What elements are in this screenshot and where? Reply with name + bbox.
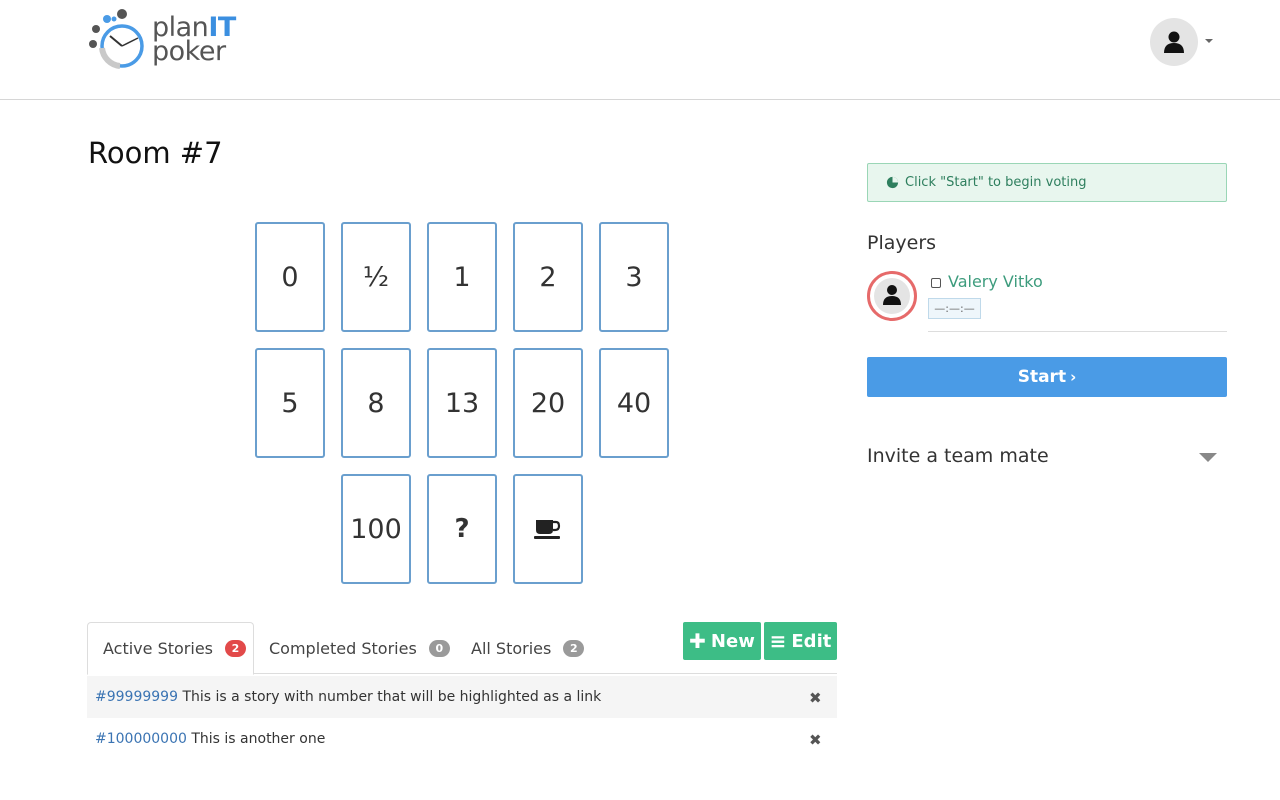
delete-story-icon[interactable]: ✖ — [809, 689, 822, 707]
player-checkbox[interactable] — [931, 278, 941, 288]
player-vote-value: —:—:— — [928, 298, 981, 319]
avatar[interactable] — [1150, 18, 1198, 66]
tab-active-stories[interactable]: Active Stories 2 — [87, 622, 254, 675]
tab-completed-stories[interactable]: Completed Stories 0 — [269, 622, 450, 674]
top-header: planIT poker — [0, 0, 1280, 100]
start-label: Start — [1017, 367, 1067, 387]
start-button[interactable]: Start › — [867, 357, 1227, 397]
vote-card[interactable]: 0 — [255, 222, 325, 332]
story-number-link[interactable]: #99999999 — [95, 689, 178, 705]
vote-card[interactable]: 20 — [513, 348, 583, 458]
user-menu[interactable] — [1150, 18, 1216, 66]
chevron-right-icon: › — [1070, 368, 1077, 386]
vote-card-coffee[interactable] — [513, 474, 583, 584]
coffee-icon — [534, 520, 561, 539]
planit-poker-logo[interactable]: planIT poker — [86, 8, 246, 74]
list-icon: ≡ — [769, 629, 787, 653]
plus-icon: ✚ — [689, 629, 706, 653]
story-row[interactable]: #100000000 This is another one ✖ — [87, 718, 837, 760]
tab-label: Completed Stories — [269, 638, 417, 658]
new-story-button[interactable]: ✚ New — [683, 622, 761, 660]
player-name[interactable]: Valery Vitko — [948, 272, 1043, 291]
vote-card[interactable]: 5 — [255, 348, 325, 458]
edit-stories-button[interactable]: ≡ Edit — [764, 622, 837, 660]
new-label: New — [710, 630, 755, 652]
stopwatch-logo-icon — [89, 9, 144, 69]
vote-card[interactable]: ½ — [341, 222, 411, 332]
tab-all-stories[interactable]: All Stories 2 — [471, 622, 585, 674]
vote-card[interactable]: 3 — [599, 222, 669, 332]
pie-chart-icon — [886, 176, 899, 189]
user-icon — [1164, 31, 1184, 53]
vote-card[interactable]: 2 — [513, 222, 583, 332]
story-number-link[interactable]: #100000000 — [95, 731, 187, 747]
player-avatar — [867, 271, 917, 321]
story-title: This is a story with number that will be… — [182, 689, 602, 705]
story-text: #100000000 This is another one — [95, 731, 325, 747]
divider — [928, 331, 1227, 332]
logo-text: planIT poker — [152, 14, 236, 67]
story-text: #99999999 This is a story with number th… — [95, 689, 601, 705]
status-message: Click "Start" to begin voting — [905, 175, 1087, 190]
story-title: This is another one — [191, 731, 326, 747]
vote-card[interactable]: 1 — [427, 222, 497, 332]
story-row[interactable]: #99999999 This is a story with number th… — [87, 676, 837, 718]
logo-word-poker: poker — [152, 36, 226, 67]
count-badge: 2 — [563, 639, 585, 657]
vote-card[interactable]: 13 — [427, 348, 497, 458]
vote-card[interactable]: 8 — [341, 348, 411, 458]
voting-status-alert: Click "Start" to begin voting — [867, 163, 1227, 202]
user-icon — [883, 285, 901, 305]
caret-down-icon[interactable] — [1205, 39, 1213, 43]
triangle-down-icon[interactable] — [1199, 453, 1217, 462]
invite-label: Invite a team mate — [867, 445, 1049, 467]
delete-story-icon[interactable]: ✖ — [809, 731, 822, 749]
invite-team-mate-toggle[interactable]: Invite a team mate — [867, 445, 1227, 471]
room-title: Room #7 — [88, 136, 223, 170]
count-badge: 2 — [225, 640, 246, 657]
edit-label: Edit — [791, 630, 832, 652]
players-heading: Players — [867, 232, 937, 254]
tab-label: Active Stories — [103, 639, 213, 658]
tab-label: All Stories — [471, 638, 552, 658]
vote-card[interactable]: 100 — [341, 474, 411, 584]
count-badge: 0 — [428, 639, 450, 657]
vote-card[interactable]: 40 — [599, 348, 669, 458]
vote-card-unknown[interactable]: ? — [427, 474, 497, 584]
